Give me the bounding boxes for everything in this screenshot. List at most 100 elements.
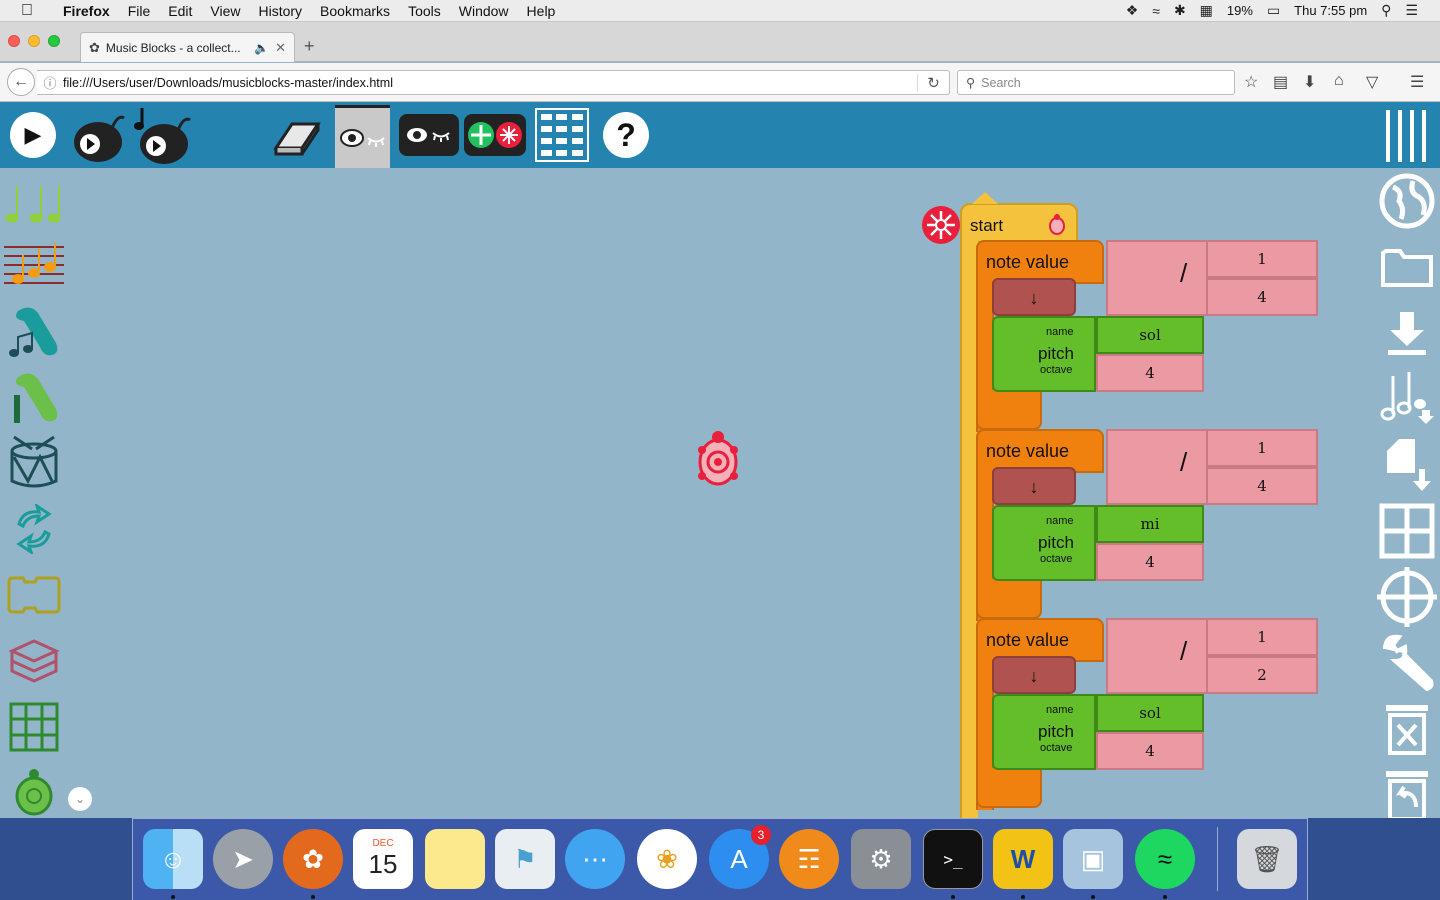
auxiliary-menu-button[interactable] bbox=[1382, 106, 1432, 164]
delete-all-button[interactable] bbox=[1376, 698, 1438, 760]
menu-file[interactable]: File bbox=[119, 3, 160, 19]
numerator-value[interactable]: 1 bbox=[1208, 439, 1316, 457]
blocks-canvas[interactable]: ⌄ start note value ↓ / 1 4 name pitch oc… bbox=[0, 168, 1440, 818]
start-block[interactable]: start bbox=[960, 203, 1078, 243]
collapse-blocks-button[interactable] bbox=[399, 114, 459, 156]
apple-menu-icon[interactable]:  bbox=[0, 2, 54, 20]
dropbox-icon[interactable]: ❖ bbox=[1126, 2, 1139, 19]
speaker-icon[interactable]: 🔈 bbox=[254, 41, 269, 55]
cartesian-grid-button[interactable] bbox=[1376, 500, 1438, 562]
octave-block[interactable]: 4 bbox=[1096, 543, 1204, 581]
bluetooth-icon[interactable]: ✱ bbox=[1174, 2, 1186, 19]
notes-icon[interactable] bbox=[425, 829, 485, 889]
battery-icon[interactable]: ▭ bbox=[1267, 2, 1280, 19]
expand-collapse-button[interactable] bbox=[464, 114, 526, 156]
input-source-icon[interactable]: ▦ bbox=[1200, 2, 1213, 19]
numerator-block[interactable]: 1 bbox=[1206, 429, 1318, 467]
palette-widgets-button[interactable] bbox=[4, 698, 64, 756]
save-project-button[interactable] bbox=[1376, 302, 1438, 364]
numerator-value[interactable]: 1 bbox=[1208, 628, 1316, 646]
palette-action-button[interactable] bbox=[4, 566, 64, 624]
photos-icon[interactable]: ❀ bbox=[637, 829, 697, 889]
divide-block[interactable]: / bbox=[1106, 618, 1210, 694]
reload-icon[interactable]: ↻ bbox=[917, 73, 949, 92]
save-lilypond-button[interactable] bbox=[1376, 368, 1438, 430]
messages-icon[interactable]: ⋯ bbox=[565, 829, 625, 889]
calendar-icon[interactable]: DEC 15 bbox=[353, 829, 413, 889]
system-preferences-icon[interactable]: ⚙ bbox=[851, 829, 911, 889]
pitch-block[interactable]: name pitch octave bbox=[992, 694, 1096, 770]
denominator-value[interactable]: 4 bbox=[1208, 288, 1316, 306]
pitch-name-value[interactable]: mi bbox=[1098, 515, 1202, 533]
winamp-icon[interactable]: W bbox=[993, 829, 1053, 889]
bookmark-star-icon[interactable]: ☆ bbox=[1244, 72, 1258, 92]
octave-block[interactable]: 4 bbox=[1096, 732, 1204, 770]
palette-mouse-button[interactable] bbox=[4, 764, 64, 818]
home-icon[interactable]: ⌂ bbox=[1334, 72, 1344, 90]
load-project-button[interactable] bbox=[1376, 236, 1438, 298]
palette-tone-button[interactable] bbox=[4, 368, 64, 426]
down-arrow-block[interactable]: ↓ bbox=[992, 467, 1076, 505]
close-tab-icon[interactable]: ✕ bbox=[275, 40, 286, 56]
url-bar[interactable]: ⓘ file:///Users/user/Downloads/musicbloc… bbox=[37, 70, 950, 95]
octave-block[interactable]: 4 bbox=[1096, 354, 1204, 392]
palette-boxes-button[interactable] bbox=[4, 632, 64, 690]
polar-grid-button[interactable] bbox=[1376, 566, 1438, 628]
menu-bookmarks[interactable]: Bookmarks bbox=[311, 3, 399, 19]
menu-edit[interactable]: Edit bbox=[159, 3, 201, 19]
save-artwork-button[interactable] bbox=[1376, 434, 1438, 496]
browser-tab[interactable]: ✿ Music Blocks - a collect... 🔈 ✕ bbox=[80, 32, 295, 62]
numerator-block[interactable]: 1 bbox=[1206, 240, 1318, 278]
new-tab-button[interactable]: + bbox=[304, 36, 315, 57]
search-input[interactable]: ⚲ Search bbox=[957, 70, 1235, 95]
menu-history[interactable]: History bbox=[249, 3, 311, 19]
palette-flow-button[interactable] bbox=[4, 500, 64, 558]
down-arrow-block[interactable]: ↓ bbox=[992, 656, 1076, 694]
denominator-block[interactable]: 2 bbox=[1206, 656, 1318, 694]
help-button[interactable]: ? bbox=[603, 112, 649, 158]
pitch-name-value[interactable]: sol bbox=[1098, 326, 1202, 344]
denominator-value[interactable]: 2 bbox=[1208, 666, 1316, 684]
reading-list-icon[interactable]: ▤ bbox=[1273, 72, 1288, 92]
pitch-name-block[interactable]: mi bbox=[1096, 505, 1204, 543]
restore-trash-button[interactable] bbox=[1376, 764, 1438, 818]
menubar-clock[interactable]: Thu 7:55 pm bbox=[1294, 3, 1367, 18]
palette-drum-button[interactable] bbox=[4, 434, 64, 492]
palette-rhythm-button[interactable] bbox=[4, 172, 64, 230]
palette-pitch-button[interactable] bbox=[4, 302, 64, 360]
spotify-icon[interactable]: ≈ bbox=[1135, 829, 1195, 889]
octave-value[interactable]: 4 bbox=[1098, 553, 1202, 571]
spotlight-search-icon[interactable]: ⚲ bbox=[1381, 2, 1391, 19]
play-slow-button[interactable] bbox=[70, 106, 130, 166]
pitch-block[interactable]: name pitch octave bbox=[992, 316, 1096, 392]
window-close-button[interactable] bbox=[8, 35, 20, 47]
octave-value[interactable]: 4 bbox=[1098, 364, 1202, 382]
terminal-icon[interactable]: >_ bbox=[923, 829, 983, 889]
trash-can-icon[interactable]: 🗑 bbox=[1237, 829, 1297, 889]
window-minimize-button[interactable] bbox=[28, 35, 40, 47]
maps-icon[interactable]: ⚑ bbox=[495, 829, 555, 889]
menu-window[interactable]: Window bbox=[450, 3, 518, 19]
wifi-icon[interactable]: ≈ bbox=[1152, 3, 1160, 19]
hamburger-menu-icon[interactable]: ☰ bbox=[1410, 72, 1424, 92]
turtle-sprite-icon[interactable] bbox=[694, 428, 742, 488]
play-music-slow-button[interactable] bbox=[134, 104, 194, 166]
menu-grid-button[interactable] bbox=[535, 108, 589, 162]
divide-block[interactable]: / bbox=[1106, 429, 1210, 505]
play-button[interactable]: ▶ bbox=[10, 112, 56, 158]
palette-scroll-down-button[interactable]: ⌄ bbox=[68, 787, 92, 811]
pocket-icon[interactable]: ▽ bbox=[1366, 72, 1378, 92]
pitch-name-value[interactable]: sol bbox=[1098, 704, 1202, 722]
back-button[interactable]: ← bbox=[7, 68, 35, 96]
collapse-stack-icon[interactable] bbox=[921, 205, 961, 245]
downloads-icon[interactable]: ⬇ bbox=[1303, 72, 1316, 92]
settings-button[interactable] bbox=[1376, 632, 1438, 694]
app-menu[interactable]: Firefox bbox=[54, 3, 119, 19]
pitch-name-block[interactable]: sol bbox=[1096, 694, 1204, 732]
down-arrow-block[interactable]: ↓ bbox=[992, 278, 1076, 316]
firefox-icon[interactable]: ✿ bbox=[283, 829, 343, 889]
palette-meter-button[interactable] bbox=[4, 236, 64, 294]
launchpad-icon[interactable]: ➤ bbox=[213, 829, 273, 889]
language-button[interactable] bbox=[1376, 170, 1438, 232]
divide-block[interactable]: / bbox=[1106, 240, 1210, 316]
